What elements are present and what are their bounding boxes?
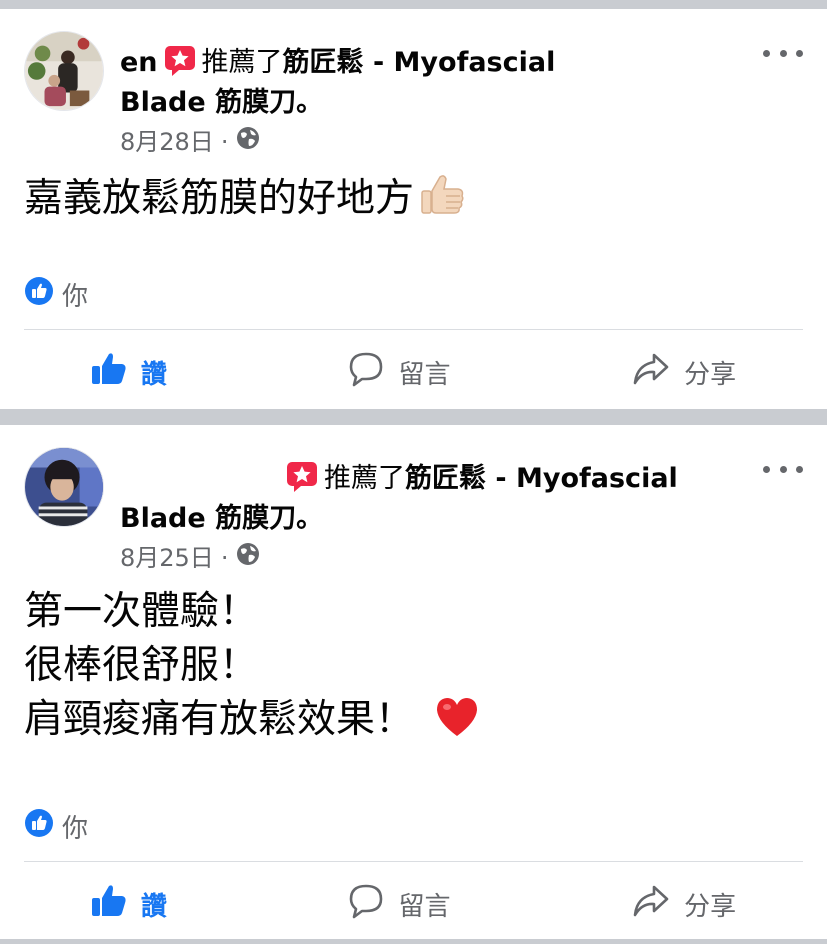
like-reaction-icon: [24, 808, 54, 845]
page-name-cont[interactable]: Blade 筋膜刀。: [120, 87, 323, 118]
comment-button[interactable]: 留言: [348, 351, 450, 394]
share-icon: [632, 883, 670, 926]
share-button[interactable]: 分享: [632, 351, 736, 394]
thumbs-up-icon: [91, 351, 127, 394]
action-bar: 讚 留言 分享: [0, 342, 827, 402]
globe-icon: [235, 125, 261, 158]
post-date[interactable]: 8月25日: [120, 543, 214, 573]
page-name[interactable]: 筋匠鬆 - Myofascial: [283, 47, 556, 78]
comment-icon: [348, 883, 384, 926]
post-text: 第一次體驗！ 很棒很舒服！ 肩頸痠痛有放鬆效果！: [24, 585, 480, 755]
post-text-line: 第一次體驗！: [24, 589, 259, 634]
meta-separator: ·: [220, 127, 229, 156]
recommend-verb: 推薦了: [324, 463, 405, 494]
thumbs-up-icon: [91, 883, 127, 926]
red-heart-emoji-icon: [434, 694, 480, 755]
post-text-line: 很棒很舒服！: [24, 643, 259, 688]
divider: [24, 861, 803, 862]
post-text-line: 嘉義放鬆筋膜的好地方: [24, 176, 415, 221]
post-card: 推薦了筋匠鬆 - Myofascial Blade 筋膜刀。 8月25日 · 第…: [0, 425, 827, 939]
share-icon: [632, 351, 670, 394]
recommend-verb: 推薦了: [201, 47, 283, 78]
share-button[interactable]: 分享: [632, 883, 736, 926]
reaction-names: 你: [62, 282, 89, 312]
avatar[interactable]: [24, 447, 104, 527]
thumbs-up-emoji-icon: [418, 171, 466, 234]
globe-icon: [235, 541, 261, 574]
like-reaction-icon: [24, 276, 54, 313]
reaction-names: 你: [62, 814, 89, 844]
divider: [24, 329, 803, 330]
avatar[interactable]: [24, 31, 104, 111]
action-bar: 讚 留言 分享: [0, 874, 827, 934]
post-text-line: 肩頸痠痛有放鬆效果！: [24, 697, 415, 742]
reaction-summary[interactable]: 你: [24, 276, 88, 313]
comment-label: 留言: [398, 359, 451, 390]
comment-icon: [348, 351, 384, 394]
page-name[interactable]: 筋匠鬆 - Myofascial: [405, 463, 678, 494]
like-button[interactable]: 讚: [91, 351, 167, 394]
like-label: 讚: [140, 359, 167, 390]
like-label: 讚: [140, 891, 167, 922]
post-meta: 8月28日 ·: [120, 125, 261, 158]
comment-label: 留言: [398, 891, 451, 922]
like-button[interactable]: 讚: [91, 883, 167, 926]
more-options-icon[interactable]: [763, 459, 803, 479]
more-options-icon[interactable]: [763, 43, 803, 63]
page-name-cont[interactable]: Blade 筋膜刀。: [120, 503, 323, 534]
post-meta: 8月25日 ·: [120, 541, 261, 574]
meta-separator: ·: [220, 543, 229, 572]
post-card: en 推薦了筋匠鬆 - Myofascial Blade 筋膜刀。 8月28日 ·…: [0, 9, 827, 409]
post-text: 嘉義放鬆筋膜的好地方: [24, 171, 466, 234]
share-label: 分享: [684, 891, 737, 922]
author-name[interactable]: en: [120, 47, 158, 78]
share-label: 分享: [684, 359, 737, 390]
comment-button[interactable]: 留言: [348, 883, 450, 926]
post-date[interactable]: 8月28日: [120, 127, 214, 157]
reaction-summary[interactable]: 你: [24, 808, 88, 845]
